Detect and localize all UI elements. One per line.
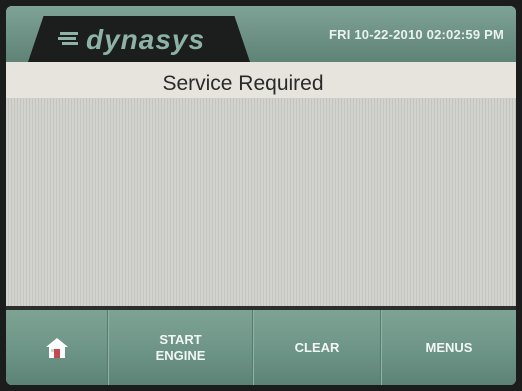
logo-text: dynasys: [86, 24, 206, 55]
content-area: [6, 98, 516, 306]
logo-tab: dynasys: [28, 16, 250, 62]
page-title: Service Required: [162, 72, 324, 95]
home-icon: [45, 337, 68, 358]
logo-icon: [58, 32, 78, 45]
menus-label: MENUS: [425, 339, 473, 355]
clear-label: CLEAR: [294, 339, 340, 355]
clear-button[interactable]: CLEAR: [253, 310, 381, 385]
footer-bar: START ENGINE CLEAR MENUS: [6, 310, 516, 385]
start-engine-label-line1: START: [159, 331, 202, 347]
menus-button[interactable]: MENUS: [381, 310, 516, 385]
start-engine-label-line2: ENGINE: [155, 347, 206, 363]
datetime-display: FRI 10-22-2010 02:02:59 PM: [328, 27, 504, 42]
header-bar: dynasys FRI 10-22-2010 02:02:59 PM: [6, 6, 516, 66]
start-engine-button[interactable]: START ENGINE: [108, 310, 253, 385]
screen: dynasys FRI 10-22-2010 02:02:59 PM Servi…: [6, 6, 516, 385]
home-button[interactable]: [6, 310, 108, 385]
